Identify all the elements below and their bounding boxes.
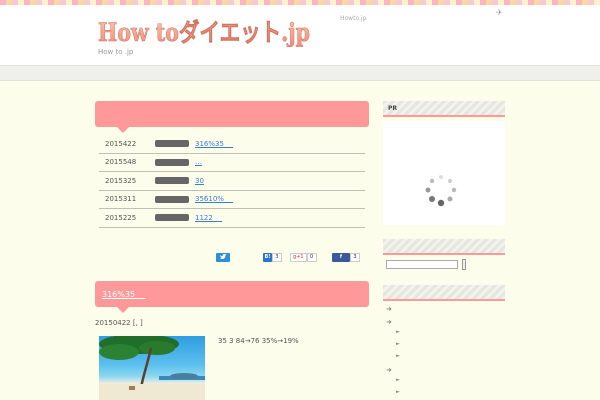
news-row: 2015311 35610% — [99, 191, 365, 209]
category-parent-arrow-icon[interactable]: ➜ — [386, 366, 392, 374]
header-notch-decoration — [117, 127, 129, 133]
news-date: 2015225 — [105, 213, 137, 222]
search-button[interactable] — [462, 259, 466, 270]
news-category-badge — [155, 214, 189, 222]
news-row: 2015422 316%35 — [99, 135, 365, 154]
news-date: 2015548 — [105, 158, 137, 167]
news-date: 2015325 — [105, 176, 137, 185]
logo-text: How toダイエット.jp — [98, 18, 310, 47]
category-parent-arrow-icon[interactable]: ➜ — [386, 318, 392, 326]
twitter-bird-icon — [219, 254, 227, 260]
news-date: 2015311 — [105, 195, 137, 204]
search-input[interactable] — [386, 260, 458, 269]
facebook-f-icon: f — [332, 252, 350, 262]
post-excerpt: 35 3 84→76 35%→19% — [218, 337, 299, 345]
pr-label: PR — [388, 105, 398, 112]
airplane-icon: ✈ — [496, 8, 503, 17]
pr-widget-header: PR — [383, 101, 505, 117]
category-child-bullet-icon[interactable]: ► — [396, 353, 400, 359]
news-row: 2015225 1122 — [99, 209, 365, 228]
google-plus-button[interactable]: g+1 0 — [290, 252, 317, 262]
share-buttons: B! 3 g+1 0 f 3 — [95, 252, 369, 267]
category-parent-arrow-icon[interactable]: ➜ — [386, 305, 392, 313]
news-link[interactable]: … — [195, 158, 202, 166]
news-link[interactable]: 30 — [195, 177, 204, 185]
hatena-count: 3 — [272, 252, 282, 262]
category-child-bullet-icon[interactable]: ► — [396, 377, 400, 383]
gplus-label: g+1 — [290, 252, 307, 262]
news-row: 2015325 30 — [99, 172, 365, 191]
news-category-badge — [155, 177, 189, 185]
post-title-link[interactable]: 316%35 — [102, 289, 146, 300]
site-tagline: How to .jp — [98, 48, 134, 56]
news-section-header — [95, 101, 369, 133]
category-child-bullet-icon[interactable]: ► — [396, 389, 400, 395]
loading-spinner-icon — [425, 175, 457, 207]
post-thumbnail[interactable] — [99, 336, 205, 400]
site-header: How toダイエット.jp How to .jp Howto.jp ✈ — [0, 5, 600, 65]
category-child-bullet-icon[interactable]: ► — [396, 329, 400, 335]
facebook-count: 3 — [350, 252, 360, 262]
header-notch-decoration — [117, 307, 129, 313]
hatena-bookmark-button[interactable]: B! 3 — [263, 252, 282, 262]
news-date: 2015422 — [105, 139, 137, 148]
main-content: 2015422 316%35 2015548 … 2015325 30 2015… — [95, 101, 369, 267]
post-meta: 20150422 [, ] — [95, 319, 143, 327]
search-widget-header — [383, 239, 505, 255]
news-category-badge — [155, 158, 189, 166]
post-title-box: 316%35 — [95, 281, 369, 313]
news-list: 2015422 316%35 2015548 … 2015325 30 2015… — [99, 135, 365, 228]
news-row: 2015548 … — [99, 154, 365, 172]
global-nav-bar — [0, 65, 600, 81]
news-category-badge — [155, 140, 189, 148]
twitter-share-button[interactable] — [216, 252, 230, 262]
site-logo[interactable]: How toダイエット.jp — [96, 15, 312, 47]
gplus-count: 0 — [306, 252, 317, 262]
beach-image — [99, 336, 205, 400]
category-widget-header — [383, 285, 505, 301]
news-link[interactable]: 1122 — [195, 213, 222, 223]
sidebar: PR — [383, 101, 505, 225]
category-child-bullet-icon[interactable]: ► — [396, 341, 400, 347]
hatena-b-icon: B! — [263, 252, 272, 262]
site-name-link[interactable]: Howto.jp — [340, 15, 366, 22]
news-category-badge — [155, 195, 189, 203]
facebook-share-button[interactable]: f 3 — [332, 252, 360, 262]
news-link[interactable]: 316%35 — [195, 139, 233, 149]
pr-ad-box[interactable] — [383, 121, 505, 225]
news-link[interactable]: 35610% — [195, 194, 233, 204]
